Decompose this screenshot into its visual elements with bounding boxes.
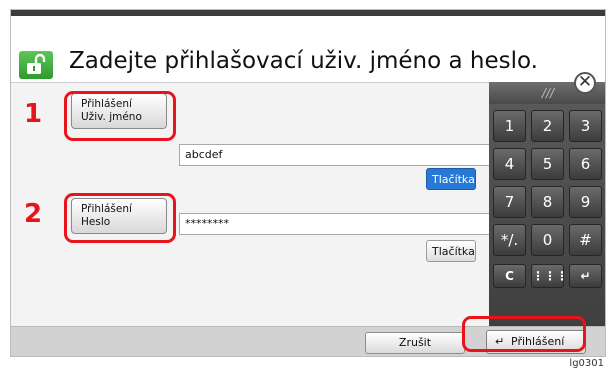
username-value: abcdef: [179, 144, 491, 166]
numeric-keypad: /// 1 2 3 4 5 6 7 8 9 */. 0 # C ⋮⋮⋮ ↵: [489, 82, 605, 326]
header: Zadejte přihlašovací uživ. jméno a heslo…: [11, 16, 605, 82]
key-4[interactable]: 4: [493, 148, 526, 180]
key-9[interactable]: 9: [569, 186, 602, 218]
key-symbols[interactable]: */.: [493, 224, 526, 256]
step-number-2: 2: [24, 199, 43, 229]
figure-code: lg0301: [569, 358, 604, 369]
key-1[interactable]: 1: [493, 110, 526, 142]
unlock-icon: [19, 51, 53, 79]
close-icon[interactable]: ✕: [574, 72, 596, 94]
page-title: Zadejte přihlašovací uživ. jméno a heslo…: [69, 48, 538, 74]
key-5[interactable]: 5: [531, 148, 564, 180]
key-3[interactable]: 3: [569, 110, 602, 142]
key-clear[interactable]: C: [493, 264, 526, 288]
key-0[interactable]: 0: [531, 224, 564, 256]
key-8[interactable]: 8: [531, 186, 564, 218]
keypad-grid-icon[interactable]: ⋮⋮⋮: [531, 264, 568, 288]
enter-icon[interactable]: ↵: [569, 264, 602, 288]
step-number-1: 1: [24, 99, 43, 129]
login-screen: Zadejte přihlašovací uživ. jméno a heslo…: [10, 9, 606, 357]
highlight-username: [64, 91, 176, 141]
password-value: ********: [179, 213, 491, 235]
username-keyboard-button[interactable]: Tlačítka: [426, 168, 476, 190]
password-keyboard-button[interactable]: Tlačítka: [426, 240, 476, 262]
highlight-password: [64, 193, 176, 243]
key-hash[interactable]: #: [569, 224, 602, 256]
key-6[interactable]: 6: [569, 148, 602, 180]
key-2[interactable]: 2: [531, 110, 564, 142]
highlight-login: [462, 316, 586, 352]
cancel-button[interactable]: Zrušit: [365, 332, 465, 354]
key-7[interactable]: 7: [493, 186, 526, 218]
